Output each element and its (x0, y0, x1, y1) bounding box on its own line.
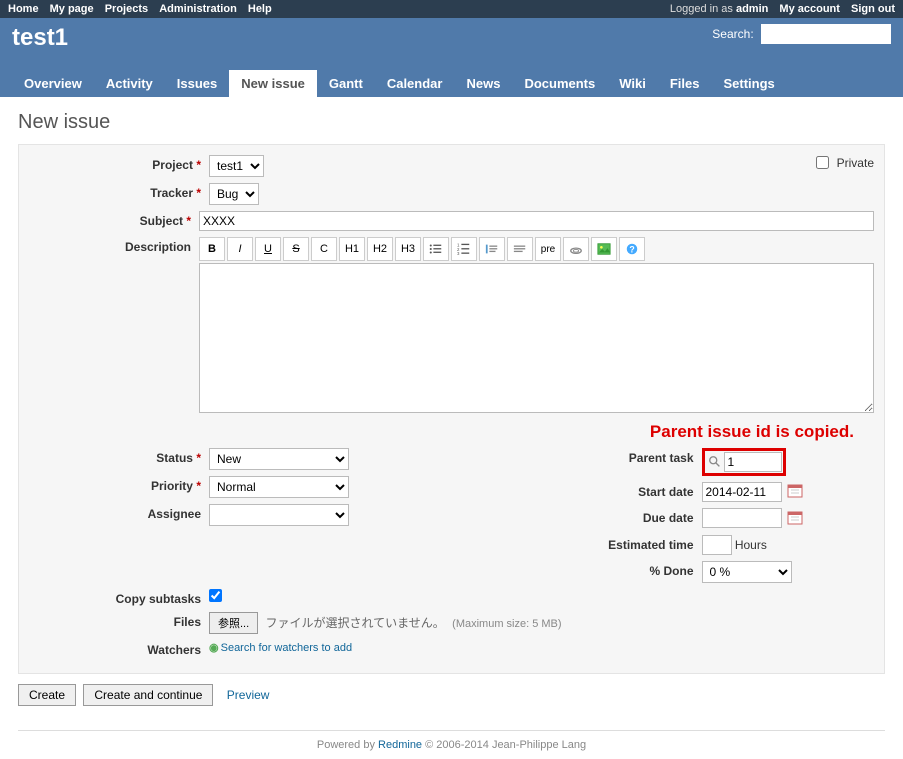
footer-redmine-link[interactable]: Redmine (378, 739, 422, 751)
page-title: New issue (18, 111, 885, 134)
assignee-select[interactable] (209, 504, 349, 526)
status-select[interactable]: New (209, 448, 349, 470)
estimated-time-input[interactable] (702, 535, 732, 555)
hours-suffix: Hours (735, 538, 767, 552)
copy-subtasks-label: Copy subtasks (29, 589, 209, 606)
toolbar-ol[interactable]: 123 (451, 237, 477, 261)
calendar-icon[interactable] (787, 483, 803, 502)
nav-help[interactable]: Help (248, 3, 272, 15)
header: test1 Search: Overview Activity Issues N… (0, 18, 903, 97)
priority-label: Priority * (29, 476, 209, 493)
status-label: Status * (29, 448, 209, 465)
nav-sign-out[interactable]: Sign out (851, 3, 895, 15)
toolbar-strike[interactable]: S (283, 237, 309, 261)
create-continue-button[interactable] (83, 684, 213, 706)
nav-administration[interactable]: Administration (159, 3, 237, 15)
top-menu-right: Logged in as admin My account Sign out (670, 3, 895, 15)
tab-new-issue[interactable]: New issue (229, 70, 317, 97)
toolbar-h1[interactable]: H1 (339, 237, 365, 261)
search-label: Search: (712, 27, 753, 41)
priority-select[interactable]: Normal (209, 476, 349, 498)
nav-my-page[interactable]: My page (50, 3, 94, 15)
tab-wiki[interactable]: Wiki (607, 70, 658, 97)
percent-done-select[interactable]: 0 % (702, 561, 792, 583)
toolbar-italic[interactable]: I (227, 237, 253, 261)
preview-link[interactable]: Preview (227, 688, 270, 702)
form-buttons: Preview (18, 684, 885, 706)
editor-toolbar: B I U S C H1 H2 H3 123 pre ? (199, 237, 874, 261)
tab-calendar[interactable]: Calendar (375, 70, 455, 97)
content: New issue Private Project * test1 Tracke… (0, 97, 903, 720)
parent-task-highlight (702, 448, 786, 476)
logged-in-text: Logged in as admin (670, 3, 768, 15)
tab-activity[interactable]: Activity (94, 70, 165, 97)
search-input[interactable] (761, 24, 891, 44)
percent-done-label: % Done (462, 561, 702, 578)
description-label: Description (29, 237, 199, 254)
toolbar-underline[interactable]: U (255, 237, 281, 261)
svg-text:?: ? (629, 245, 634, 255)
description-textarea[interactable] (199, 263, 874, 413)
tracker-label: Tracker * (29, 183, 209, 200)
due-date-input[interactable] (702, 508, 782, 528)
toolbar-bold[interactable]: B (199, 237, 225, 261)
tab-documents[interactable]: Documents (512, 70, 607, 97)
no-file-text: ファイルが選択されていません。 (266, 616, 445, 630)
toolbar-help[interactable]: ? (619, 237, 645, 261)
file-size-hint: (Maximum size: 5 MB) (452, 618, 561, 630)
subject-input[interactable] (199, 211, 874, 231)
tab-news[interactable]: News (454, 70, 512, 97)
assignee-label: Assignee (29, 504, 209, 521)
top-menu-left: Home My page Projects Administration Hel… (8, 3, 280, 15)
project-select[interactable]: test1 (209, 155, 264, 177)
create-button[interactable] (18, 684, 76, 706)
nav-my-account[interactable]: My account (779, 3, 840, 15)
top-menu: Home My page Projects Administration Hel… (0, 0, 903, 18)
main-menu: Overview Activity Issues New issue Gantt… (12, 70, 891, 97)
toolbar-h3[interactable]: H3 (395, 237, 421, 261)
footer: Powered by Redmine © 2006-2014 Jean-Phil… (18, 730, 885, 759)
toolbar-image[interactable] (591, 237, 617, 261)
search-icon (708, 455, 722, 469)
issue-form-box: Private Project * test1 Tracker * Bug Su… (18, 144, 885, 674)
project-title: test1 (12, 24, 68, 52)
calendar-icon[interactable] (787, 510, 803, 529)
toolbar-h2[interactable]: H2 (367, 237, 393, 261)
toolbar-unbq[interactable] (507, 237, 533, 261)
estimated-time-label: Estimated time (462, 535, 702, 552)
watchers-search-link[interactable]: ◉Search for watchers to add (209, 642, 352, 654)
tab-overview[interactable]: Overview (12, 70, 94, 97)
annotation-text: Parent issue id is copied. (29, 422, 854, 442)
plus-icon: ◉ (209, 642, 219, 654)
tab-settings[interactable]: Settings (711, 70, 786, 97)
toolbar-pre[interactable]: pre (535, 237, 561, 261)
svg-text:3: 3 (457, 251, 460, 256)
tab-gantt[interactable]: Gantt (317, 70, 375, 97)
tracker-select[interactable]: Bug (209, 183, 259, 205)
start-date-input[interactable] (702, 482, 782, 502)
nav-projects[interactable]: Projects (105, 3, 148, 15)
toolbar-ul[interactable] (423, 237, 449, 261)
tab-files[interactable]: Files (658, 70, 712, 97)
toolbar-code[interactable]: C (311, 237, 337, 261)
parent-task-input[interactable] (724, 452, 782, 472)
private-label: Private (837, 156, 874, 170)
nav-home[interactable]: Home (8, 3, 39, 15)
parent-task-label: Parent task (462, 448, 702, 465)
private-checkbox[interactable] (816, 156, 829, 169)
browse-button[interactable]: 参照... (209, 612, 258, 634)
files-label: Files (29, 612, 209, 629)
copy-subtasks-checkbox[interactable] (209, 589, 222, 602)
toolbar-bq[interactable] (479, 237, 505, 261)
search-box: Search: (712, 24, 891, 44)
start-date-label: Start date (462, 482, 702, 499)
toolbar-link[interactable] (563, 237, 589, 261)
subject-label: Subject * (29, 211, 199, 228)
tab-issues[interactable]: Issues (165, 70, 229, 97)
private-checkbox-wrap: Private (816, 155, 874, 170)
project-label: Project * (29, 155, 209, 172)
watchers-label: Watchers (29, 640, 209, 657)
due-date-label: Due date (462, 508, 702, 525)
